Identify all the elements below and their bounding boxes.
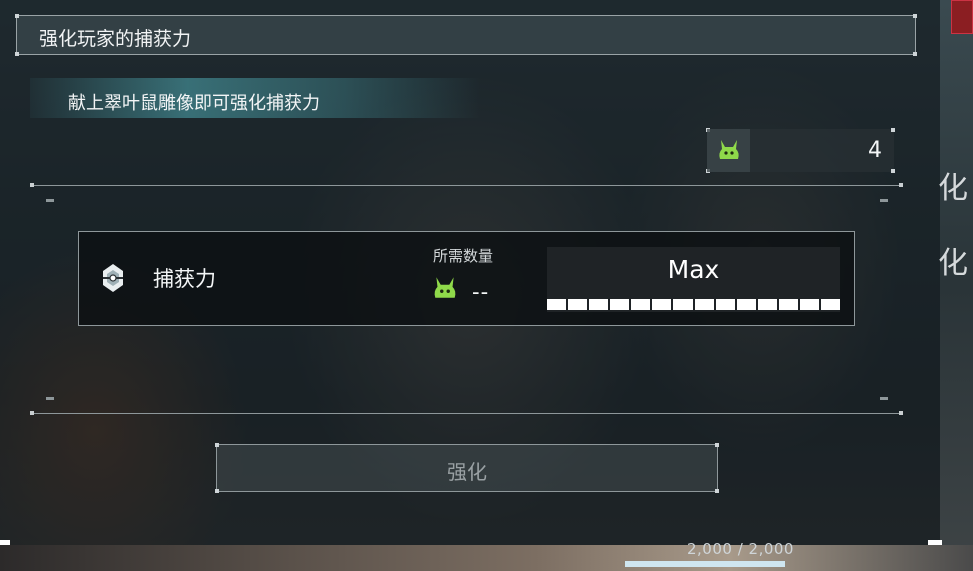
level-segment (757, 299, 777, 310)
level-indicator: Max (547, 247, 841, 312)
level-segment (589, 299, 609, 310)
level-segment (736, 299, 756, 310)
level-segment (547, 299, 567, 310)
divider-bottom (32, 413, 902, 414)
level-segment (778, 299, 798, 310)
background-right-strip (940, 0, 973, 571)
upgrade-button-label: 强化 (447, 460, 487, 484)
level-segment (631, 299, 651, 310)
upgrade-row-label: 捕获力 (153, 267, 216, 291)
frame-tick (46, 199, 54, 202)
level-segment (610, 299, 630, 310)
window-subtitle: 献上翠叶鼠雕像即可强化捕获力 (68, 93, 320, 114)
window-title: 强化玩家的捕获力 (39, 28, 192, 50)
upgrade-button[interactable]: 强化 (215, 443, 719, 493)
background-bottom-strip (0, 545, 973, 571)
frame-tick (880, 199, 888, 202)
background-marker (0, 540, 10, 545)
divider-endpoint (30, 411, 34, 415)
frame-tick (46, 397, 54, 400)
background-hp-readout: 2,000 / 2,000 (687, 540, 794, 558)
green-rabbit-statue-icon (434, 277, 456, 298)
level-segment (568, 299, 588, 310)
level-segment (673, 299, 693, 310)
frame-tick (880, 397, 888, 400)
background-hp-bar (625, 561, 785, 567)
level-progress-bar (547, 299, 841, 310)
required-amount-label: 所需数量 (433, 247, 494, 265)
window-title-bar: 强化玩家的捕获力 (15, 14, 917, 56)
level-segment (715, 299, 735, 310)
divider-endpoint (30, 183, 34, 187)
divider-endpoint (899, 411, 903, 415)
level-segment (694, 299, 714, 310)
background-side-text: 化 (938, 171, 968, 206)
level-segment (821, 299, 841, 310)
background-side-text: 化 (938, 246, 968, 281)
required-amount-value: -- (472, 280, 490, 304)
inventory-count: 4 (868, 138, 882, 163)
level-segment (799, 299, 820, 310)
level-max-text: Max (667, 255, 720, 284)
green-rabbit-statue-icon (719, 140, 739, 159)
upgrade-row-capture[interactable]: 捕获力 所需数量 -- Max (78, 231, 855, 326)
divider-endpoint (899, 183, 903, 187)
divider-top (32, 185, 902, 186)
inventory-count-box: 4 (706, 128, 895, 173)
level-segment (652, 299, 672, 310)
background-red-element (951, 0, 973, 34)
capture-sphere-icon (103, 264, 123, 292)
background-marker (928, 540, 942, 545)
